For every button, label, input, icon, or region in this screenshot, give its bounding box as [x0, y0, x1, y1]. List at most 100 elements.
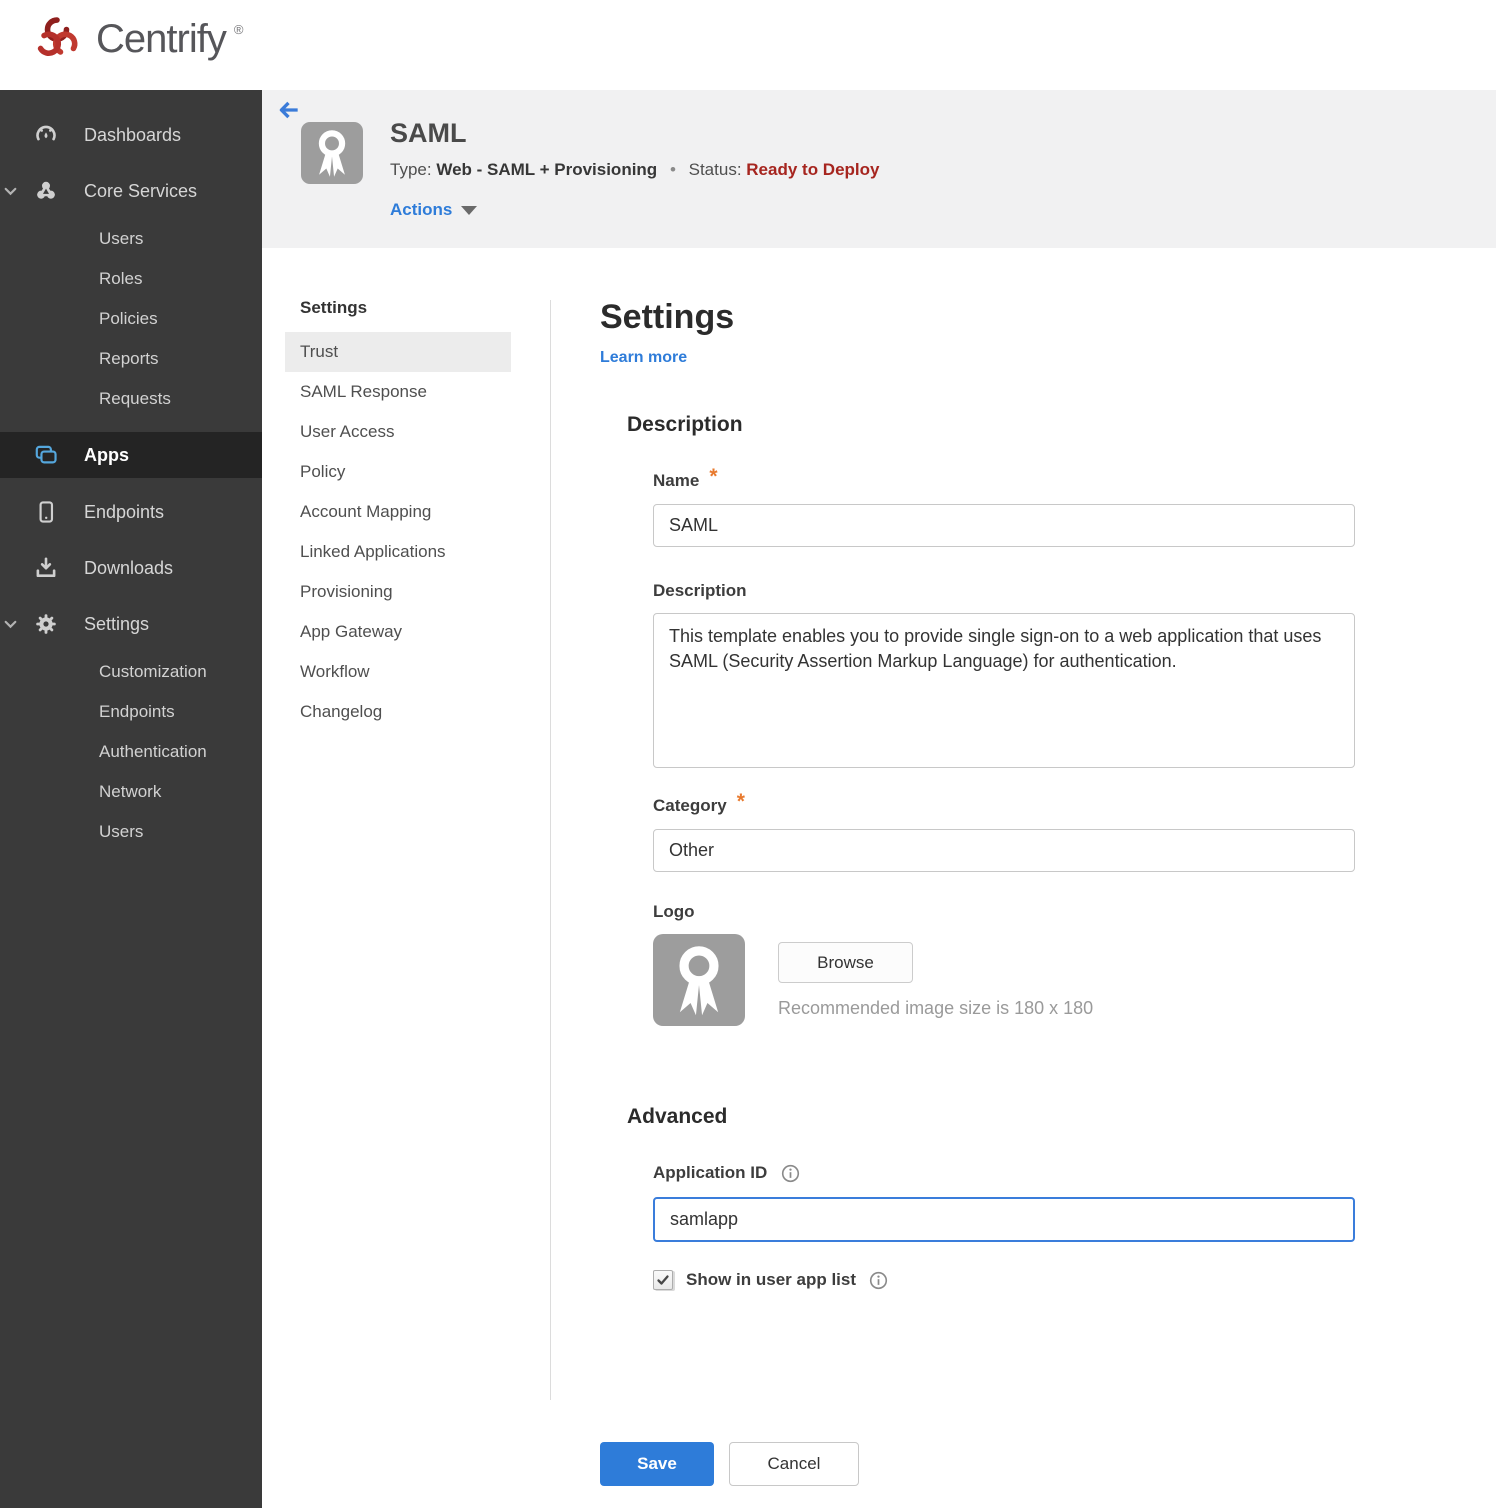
advanced-section-heading: Advanced [627, 1105, 728, 1128]
subnav-item-app-gateway[interactable]: App Gateway [285, 612, 511, 652]
logo-row: Browse Recommended image size is 180 x 1… [653, 934, 1400, 1026]
required-asterisk: * [709, 465, 718, 488]
description-label: Description [653, 581, 747, 600]
sidebar-item-reports[interactable]: Reports [0, 339, 262, 379]
sidebar-item-core-services[interactable]: Core Services [0, 163, 262, 219]
info-icon[interactable] [781, 1164, 800, 1183]
logo-actions: Browse Recommended image size is 180 x 1… [778, 934, 1093, 1019]
sidebar-item-label: Reports [99, 349, 159, 368]
check-icon [657, 1275, 669, 1285]
subnav-item-user-access[interactable]: User Access [285, 412, 511, 452]
download-icon [33, 555, 59, 581]
sidebar-item-authentication[interactable]: Authentication [0, 732, 262, 772]
sidebar-item-label: Endpoints [99, 702, 175, 721]
sidebar-item-endpoints[interactable]: Endpoints [0, 484, 262, 540]
advanced-fields: Application ID Show in user app list [600, 1163, 1400, 1486]
sidebar-item-label: Downloads [84, 557, 174, 578]
registered-mark: ® [233, 22, 244, 37]
subnav-header: Settings [300, 298, 368, 317]
back-button[interactable] [276, 97, 302, 123]
sidebar-item-policies[interactable]: Policies [0, 299, 262, 339]
sidebar-item-settings-users[interactable]: Users [0, 812, 262, 852]
form-buttons: Save Cancel [600, 1442, 1400, 1486]
app-header: SAML Type: Web - SAML + Provisioning • S… [262, 90, 1496, 248]
gauge-icon [33, 122, 59, 148]
gear-icon [33, 611, 59, 637]
content: Settings Trust SAML Response User Access… [262, 248, 1496, 1508]
settings-panel: Settings Learn more Description Name * D… [600, 248, 1400, 1486]
name-input[interactable] [653, 504, 1355, 547]
application-id-input[interactable] [653, 1197, 1355, 1242]
subnav: Settings Trust SAML Response User Access… [285, 298, 511, 732]
sidebar-item-roles[interactable]: Roles [0, 259, 262, 299]
chevron-down-icon [3, 617, 18, 632]
sidebar-item-label: Requests [99, 389, 171, 408]
sidebar-item-label: Network [99, 782, 162, 801]
app-header-text: SAML Type: Web - SAML + Provisioning • S… [390, 118, 879, 220]
sidebar-item-label: Roles [99, 269, 143, 288]
cancel-button[interactable]: Cancel [729, 1442, 859, 1486]
status-label: Status: [688, 160, 742, 179]
brand-name: Centrify [96, 17, 227, 61]
subnav-item-account-mapping[interactable]: Account Mapping [285, 492, 511, 532]
meta-separator: • [669, 160, 676, 179]
sidebar-item-label: Settings [84, 613, 150, 634]
sidebar-item-requests[interactable]: Requests [0, 379, 262, 419]
apps-icon [33, 442, 59, 468]
brand: Centrify ® [28, 10, 243, 68]
sidebar-item-users[interactable]: Users [0, 219, 262, 259]
save-button[interactable]: Save [600, 1442, 714, 1486]
logo-size-hint: Recommended image size is 180 x 180 [778, 998, 1094, 1018]
subnav-item-workflow[interactable]: Workflow [285, 652, 511, 692]
required-asterisk: * [736, 790, 745, 813]
device-icon [33, 499, 59, 525]
actions-label: Actions [390, 200, 453, 219]
learn-more-link[interactable]: Learn more [600, 349, 687, 367]
category-label: Category * [653, 790, 745, 815]
browse-button[interactable]: Browse [778, 942, 913, 983]
application-id-label: Application ID [653, 1163, 1400, 1183]
sidebar-item-label: Authentication [99, 742, 207, 761]
actions-dropdown[interactable]: Actions [390, 200, 478, 220]
sidebar-item-label: Endpoints [84, 501, 165, 522]
subnav-item-trust[interactable]: Trust [285, 332, 511, 372]
description-textarea[interactable]: This template enables you to provide sin… [653, 613, 1355, 768]
sidebar-item-settings[interactable]: Settings [0, 596, 262, 652]
sidebar: Dashboards Core Services Users Roles Pol… [0, 90, 262, 1508]
type-value: Web - SAML + Provisioning [436, 160, 658, 179]
sidebar-item-label: Dashboards [84, 124, 182, 145]
category-input[interactable] [653, 829, 1355, 872]
sidebar-item-dashboards[interactable]: Dashboards [0, 107, 262, 163]
subnav-item-provisioning[interactable]: Provisioning [285, 572, 511, 612]
name-label: Name * [653, 465, 718, 490]
status-value: Ready to Deploy [746, 160, 880, 179]
sidebar-item-customization[interactable]: Customization [0, 652, 262, 692]
app-meta: Type: Web - SAML + Provisioning • Status… [390, 160, 879, 180]
description-fields: Name * Description This template enables… [653, 465, 1400, 1026]
centrify-logo-icon [37, 17, 78, 56]
subnav-item-changelog[interactable]: Changelog [285, 692, 511, 732]
sidebar-item-settings-endpoints[interactable]: Endpoints [0, 692, 262, 732]
subnav-item-saml-response[interactable]: SAML Response [285, 372, 511, 412]
core-services-icon [33, 178, 59, 204]
sidebar-item-apps[interactable]: Apps [0, 432, 262, 478]
page: Centrify ® Dashboards Core Services User… [0, 0, 1496, 1508]
subnav-item-linked-applications[interactable]: Linked Applications [285, 532, 511, 572]
sidebar-item-downloads[interactable]: Downloads [0, 540, 262, 596]
type-label: Type: [390, 160, 432, 179]
info-icon[interactable] [869, 1271, 888, 1290]
topbar: Centrify ® [0, 0, 1496, 90]
logo-label: Logo [653, 902, 695, 921]
sidebar-item-label: Users [99, 822, 144, 841]
sidebar-item-label: Core Services [84, 180, 198, 201]
sidebar-item-network[interactable]: Network [0, 772, 262, 812]
sidebar-item-label: Customization [99, 662, 207, 681]
show-in-user-app-list-checkbox[interactable] [653, 1270, 673, 1290]
sidebar-item-label: Users [99, 229, 144, 248]
show-in-user-app-list-label: Show in user app list [686, 1270, 857, 1289]
subnav-item-policy[interactable]: Policy [285, 452, 511, 492]
caret-down-icon [461, 205, 478, 215]
sidebar-item-label: Apps [84, 444, 129, 465]
sidebar-item-label: Policies [99, 309, 158, 328]
show-in-user-app-list-row: Show in user app list [653, 1270, 1400, 1290]
